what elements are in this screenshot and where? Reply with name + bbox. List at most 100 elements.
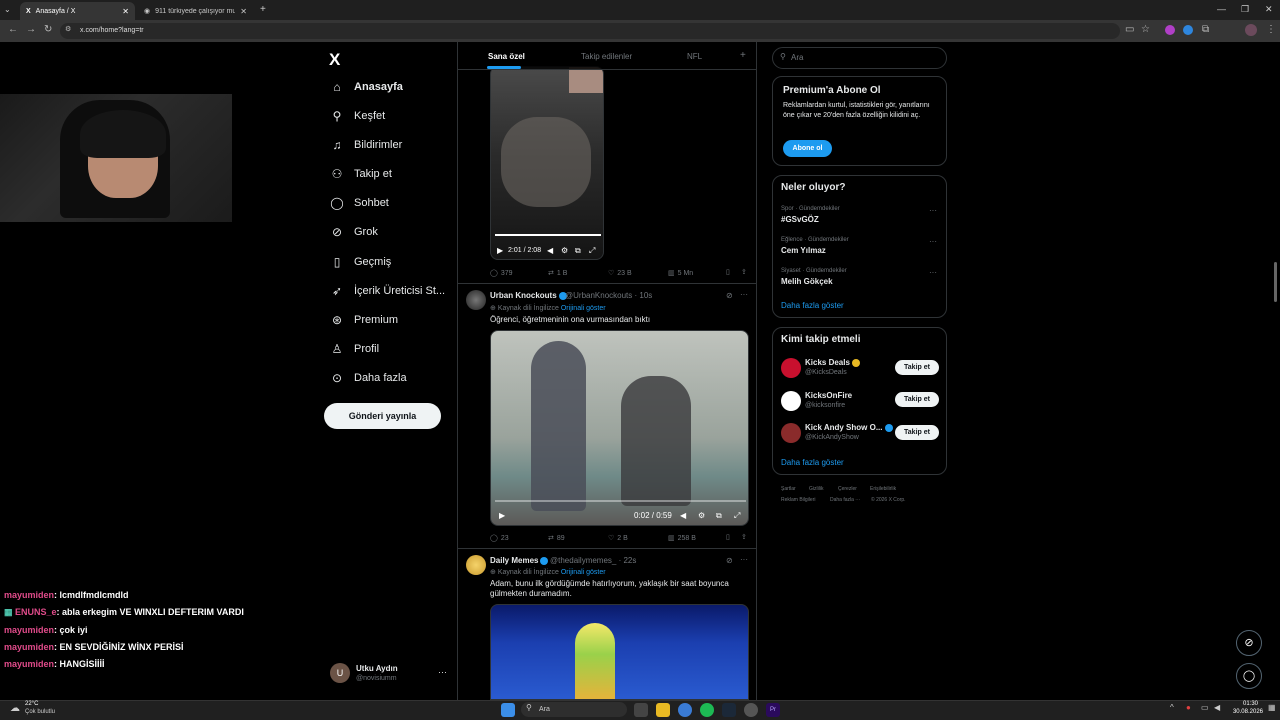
footer-link[interactable]: Erişilebilirlik xyxy=(870,486,896,492)
bookmark-button[interactable]: ▯ xyxy=(726,533,730,541)
search-input[interactable]: Ara xyxy=(772,47,947,69)
close-tab-icon[interactable]: ✕ xyxy=(240,7,247,16)
minimize-icon[interactable]: — xyxy=(1217,4,1226,14)
suggested-account-name[interactable]: KicksOnFire xyxy=(805,391,852,400)
reply-button[interactable]: ◯ 23 xyxy=(490,534,509,543)
microphone-icon[interactable]: ● xyxy=(1186,703,1191,712)
tab-for-you[interactable]: Sana özel xyxy=(488,52,525,61)
spotify-icon[interactable] xyxy=(700,703,714,717)
nav-item-chat[interactable]: ◯ Sohbet xyxy=(330,192,389,214)
account-menu-icon[interactable]: ··· xyxy=(438,667,447,677)
more-options-icon[interactable]: ··· xyxy=(740,290,748,299)
follow-button[interactable]: Takip et xyxy=(895,392,939,407)
steam-icon[interactable] xyxy=(722,703,736,717)
nav-item-explore[interactable]: ⚲ Keşfet xyxy=(330,105,386,127)
forward-icon[interactable]: → xyxy=(26,24,36,35)
site-info-icon[interactable]: ⚙ xyxy=(65,25,71,33)
fullscreen-icon[interactable]: ⤢ xyxy=(734,511,740,521)
volume-icon[interactable]: ◀ xyxy=(680,511,686,520)
trend-item[interactable]: Melih Gökçek xyxy=(781,277,833,286)
avatar[interactable] xyxy=(466,290,486,310)
bookmark-button[interactable]: ▯ xyxy=(726,268,730,276)
follow-show-more-link[interactable]: Daha fazla göster xyxy=(781,458,844,467)
avatar[interactable]: U xyxy=(330,663,350,683)
restore-icon[interactable]: ❐ xyxy=(1241,4,1249,15)
scrollbar[interactable] xyxy=(1274,262,1277,302)
tweet-handle[interactable]: @UrbanKnockouts · 10s xyxy=(565,291,652,300)
browser-tab-active[interactable]: X Anasayfa / X ✕ xyxy=(20,2,135,20)
share-button[interactable]: ⇪ xyxy=(741,268,747,276)
reload-icon[interactable]: ↻ xyxy=(44,24,52,35)
video-progress-bar[interactable] xyxy=(495,234,601,236)
back-icon[interactable]: ← xyxy=(8,24,18,35)
tab-following[interactable]: Takip edilenler xyxy=(581,52,632,61)
close-tab-icon[interactable]: ✕ xyxy=(122,7,129,16)
file-explorer-icon[interactable] xyxy=(656,703,670,717)
avatar[interactable] xyxy=(781,423,801,443)
install-icon[interactable]: ▭ xyxy=(1125,24,1134,35)
tray-chevron-icon[interactable]: ^ xyxy=(1170,703,1174,712)
trend-item[interactable]: #GSvGÖZ xyxy=(781,215,819,224)
retweet-button[interactable]: ⇄ 89 xyxy=(548,534,565,543)
footer-link[interactable]: Şartlar xyxy=(781,486,796,492)
browser-tab[interactable]: ◉ 911 türkiyede çalışıyor mu - Go... ✕ xyxy=(138,2,253,20)
follow-button[interactable]: Takip et xyxy=(895,425,939,440)
post-button[interactable]: Gönderi yayınla xyxy=(324,403,441,429)
browser-profile-avatar[interactable] xyxy=(1245,24,1257,36)
volume-icon[interactable]: ◀ xyxy=(1214,703,1220,712)
clock-time[interactable]: 01:30 xyxy=(1230,701,1258,707)
play-icon[interactable]: ▶ xyxy=(497,246,503,255)
trend-more-icon[interactable]: ··· xyxy=(929,237,937,246)
pip-icon[interactable]: ⧉ xyxy=(716,511,722,521)
like-button[interactable]: ♡ 23 B xyxy=(608,269,632,278)
grok-icon[interactable]: ⊘ xyxy=(726,556,733,565)
nav-item-creator-studio[interactable]: ➶ İçerik Üreticisi St... xyxy=(330,280,445,302)
reply-button[interactable]: ◯ 379 xyxy=(490,269,513,278)
avatar[interactable] xyxy=(466,555,486,575)
extension-icon[interactable] xyxy=(1183,25,1193,35)
browser-menu-icon[interactable]: ⋮ xyxy=(1266,24,1276,35)
views-button[interactable]: ▥ 258 B xyxy=(668,534,696,543)
settings-icon[interactable]: ⚙ xyxy=(561,246,568,255)
nav-item-notifications[interactable]: ♫ Bildirimler xyxy=(330,134,403,156)
weather-temp[interactable]: 22°C xyxy=(25,701,38,707)
video-progress-bar[interactable] xyxy=(495,500,746,502)
tweet-video[interactable]: ▶ 0:02 / 0:59 ◀ ⚙ ⧉ ⤢ xyxy=(490,330,749,526)
close-window-icon[interactable]: ✕ xyxy=(1265,4,1273,15)
extensions-puzzle-icon[interactable]: ⧉ xyxy=(1202,24,1209,35)
more-options-icon[interactable]: ··· xyxy=(740,555,748,564)
share-button[interactable]: ⇪ xyxy=(741,533,747,541)
retweet-button[interactable]: ⇄ 1 B xyxy=(548,269,567,278)
footer-link[interactable]: Daha fazla ··· xyxy=(830,497,860,503)
tweet-handle[interactable]: @thedailymemes_ · 22s xyxy=(550,556,636,565)
tweet-video[interactable]: ▶ 2:01 / 2:08 ◀ ⚙ ⧉ ⤢ xyxy=(490,66,604,260)
show-original-link[interactable]: Orijinali göster xyxy=(561,569,606,576)
pip-icon[interactable]: ⧉ xyxy=(575,246,581,256)
nav-item-premium[interactable]: ⊛ Premium xyxy=(330,309,398,331)
follow-button[interactable]: Takip et xyxy=(895,360,939,375)
nav-item-grok[interactable]: ⊘ Grok xyxy=(330,221,378,243)
grok-fab-icon[interactable]: ⊘ xyxy=(1236,630,1262,656)
play-icon[interactable]: ▶ xyxy=(499,511,505,520)
tab-nfl[interactable]: NFL xyxy=(687,52,702,61)
start-windows-icon[interactable] xyxy=(501,703,515,717)
tweet-author[interactable]: Daily Memes xyxy=(490,556,549,565)
url-field[interactable]: x.com/home?lang=tr xyxy=(60,23,1120,39)
show-original-link[interactable]: Orijinali göster xyxy=(561,305,606,312)
extension-icon[interactable] xyxy=(1165,25,1175,35)
footer-link[interactable]: Reklam Bilgileri xyxy=(781,497,815,503)
settings-icon[interactable]: ⚙ xyxy=(698,511,705,520)
nav-item-bookmarks[interactable]: ▯ Geçmiş xyxy=(330,251,392,273)
nav-item-more[interactable]: ⊙ Daha fazla xyxy=(330,367,407,389)
avatar[interactable] xyxy=(781,391,801,411)
suggested-account-name[interactable]: Kicks Deals xyxy=(805,358,860,367)
messages-fab-icon[interactable]: ◯ xyxy=(1236,663,1262,689)
views-button[interactable]: ▥ 5 Mn xyxy=(668,269,693,278)
chrome-icon[interactable] xyxy=(678,703,692,717)
like-button[interactable]: ♡ 2 B xyxy=(608,534,628,543)
tab-menu-icon[interactable]: ⌄ xyxy=(4,5,11,14)
taskbar-search[interactable]: Ara xyxy=(521,702,627,717)
trend-more-icon[interactable]: ··· xyxy=(929,268,937,277)
bookmark-star-icon[interactable]: ☆ xyxy=(1141,24,1150,35)
notifications-icon[interactable]: ▦ xyxy=(1268,703,1276,712)
